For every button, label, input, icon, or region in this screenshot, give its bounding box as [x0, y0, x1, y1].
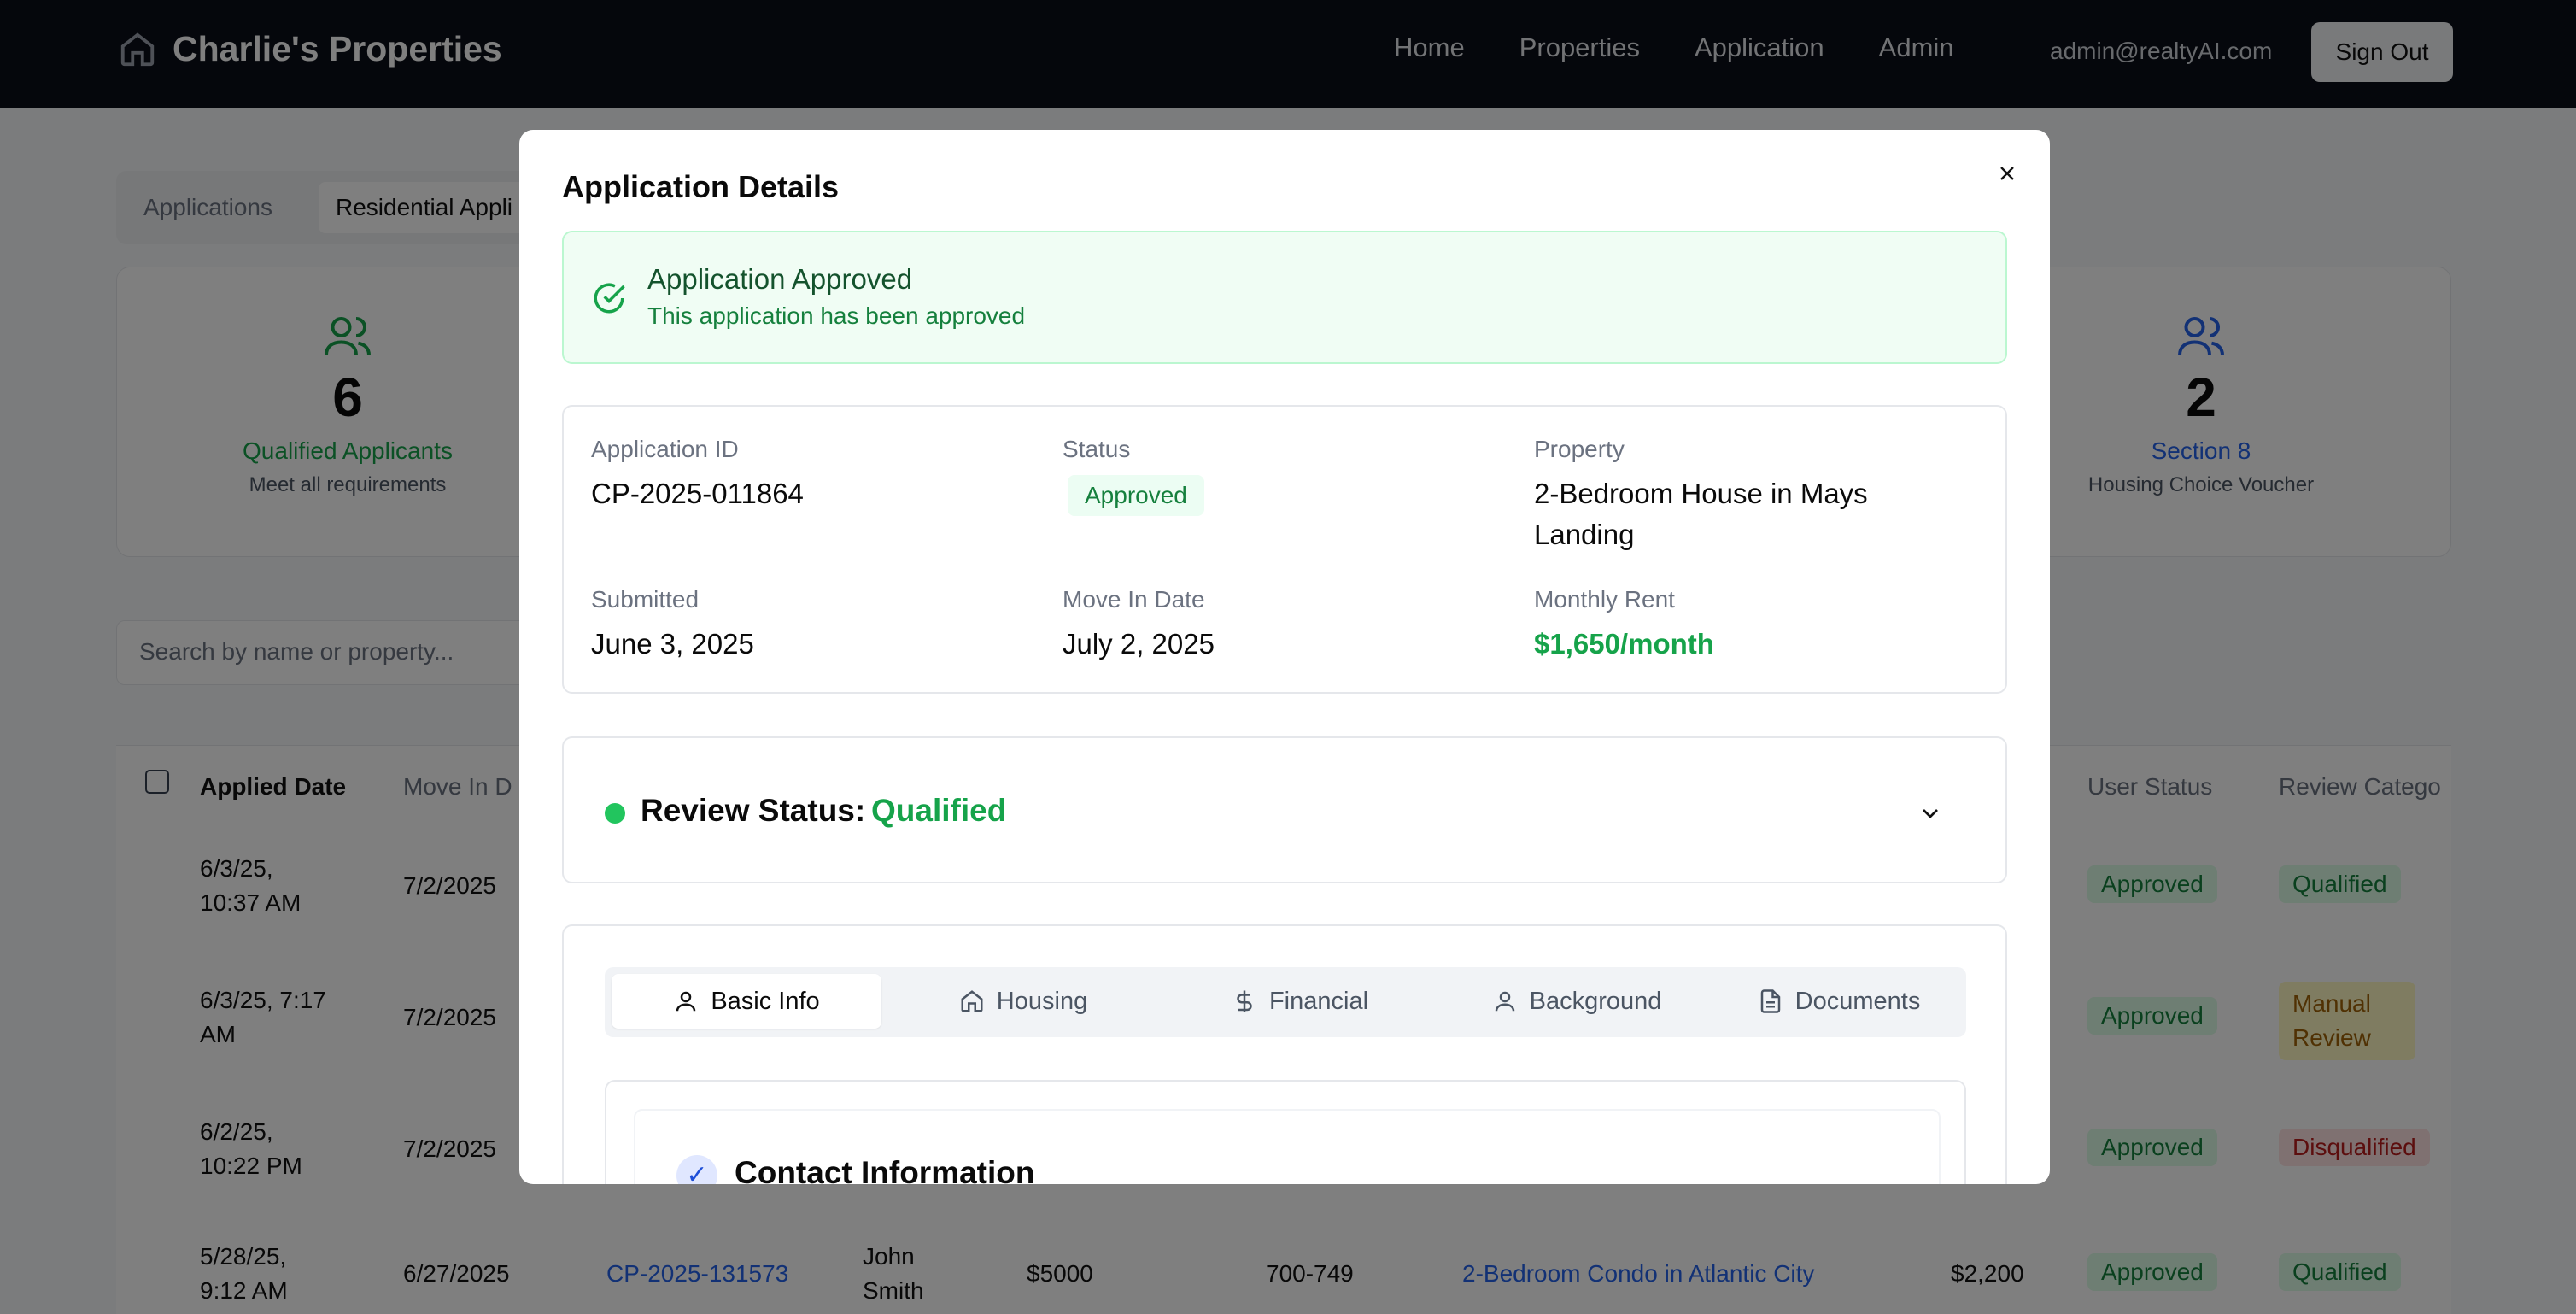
- home-icon: [961, 990, 983, 1012]
- property-label: Property: [1534, 436, 1625, 462]
- applicant-tabbar: Basic Info Housing Financial Background …: [605, 967, 1966, 1037]
- app-id-value: CP-2025-011864: [591, 478, 804, 509]
- tab-financial[interactable]: Financial: [1165, 974, 1435, 1029]
- user-icon: [676, 991, 696, 1012]
- tab-label: Background: [1529, 987, 1662, 1015]
- basic-info-panel: ✓ Contact Information: [605, 1080, 1966, 1184]
- tab-documents[interactable]: Documents: [1718, 974, 1959, 1029]
- chevron-down-icon[interactable]: [1917, 800, 1944, 827]
- document-icon: [1760, 989, 1780, 1013]
- user-icon: [1495, 991, 1514, 1012]
- applicant-tabs-card: Basic Info Housing Financial Background …: [562, 924, 2007, 1184]
- review-status-card[interactable]: Review Status: Qualified: [562, 736, 2007, 883]
- application-details-modal: Application Details Application Approved…: [519, 130, 2050, 1184]
- review-status-value: Qualified: [871, 793, 1007, 828]
- tab-label: Housing: [996, 987, 1088, 1015]
- check-icon: ✓: [676, 1155, 717, 1184]
- tab-label: Basic Info: [711, 987, 820, 1015]
- alert-title: Application Approved: [647, 263, 913, 295]
- approved-alert: Application Approved This application ha…: [562, 231, 2007, 364]
- application-details-card: Application ID CP-2025-011864 Status App…: [562, 405, 2007, 694]
- close-icon: [2000, 166, 2014, 180]
- status-dot: [605, 803, 625, 824]
- close-button[interactable]: [1988, 155, 2026, 193]
- contact-info-title: Contact Information: [735, 1155, 1035, 1184]
- app-id-label: Application ID: [591, 436, 739, 462]
- rent-label: Monthly Rent: [1534, 586, 1675, 613]
- check-circle-icon: [594, 283, 625, 314]
- submitted-value: June 3, 2025: [591, 628, 754, 660]
- contact-info-section: ✓ Contact Information: [634, 1109, 1941, 1184]
- tab-background[interactable]: Background: [1442, 974, 1712, 1029]
- dollar-icon: [1237, 990, 1252, 1012]
- modal-title: Application Details: [562, 169, 840, 204]
- status-label: Status: [1063, 436, 1131, 462]
- status-badge: Approved: [1068, 475, 1204, 516]
- move-in-label: Move In Date: [1063, 586, 1205, 613]
- move-in-value: July 2, 2025: [1063, 628, 1215, 660]
- rent-value: $1,650/month: [1534, 628, 1714, 660]
- tab-housing[interactable]: Housing: [888, 974, 1158, 1029]
- submitted-label: Submitted: [591, 586, 700, 613]
- tab-label: Financial: [1268, 987, 1369, 1015]
- tab-basic-info[interactable]: Basic Info: [612, 974, 881, 1029]
- alert-subtitle: This application has been approved: [647, 302, 1026, 329]
- tab-label: Documents: [1794, 987, 1921, 1015]
- review-status-label: Review Status:: [641, 793, 866, 828]
- property-value: 2-Bedroom House in Mays Landing: [1534, 478, 1868, 550]
